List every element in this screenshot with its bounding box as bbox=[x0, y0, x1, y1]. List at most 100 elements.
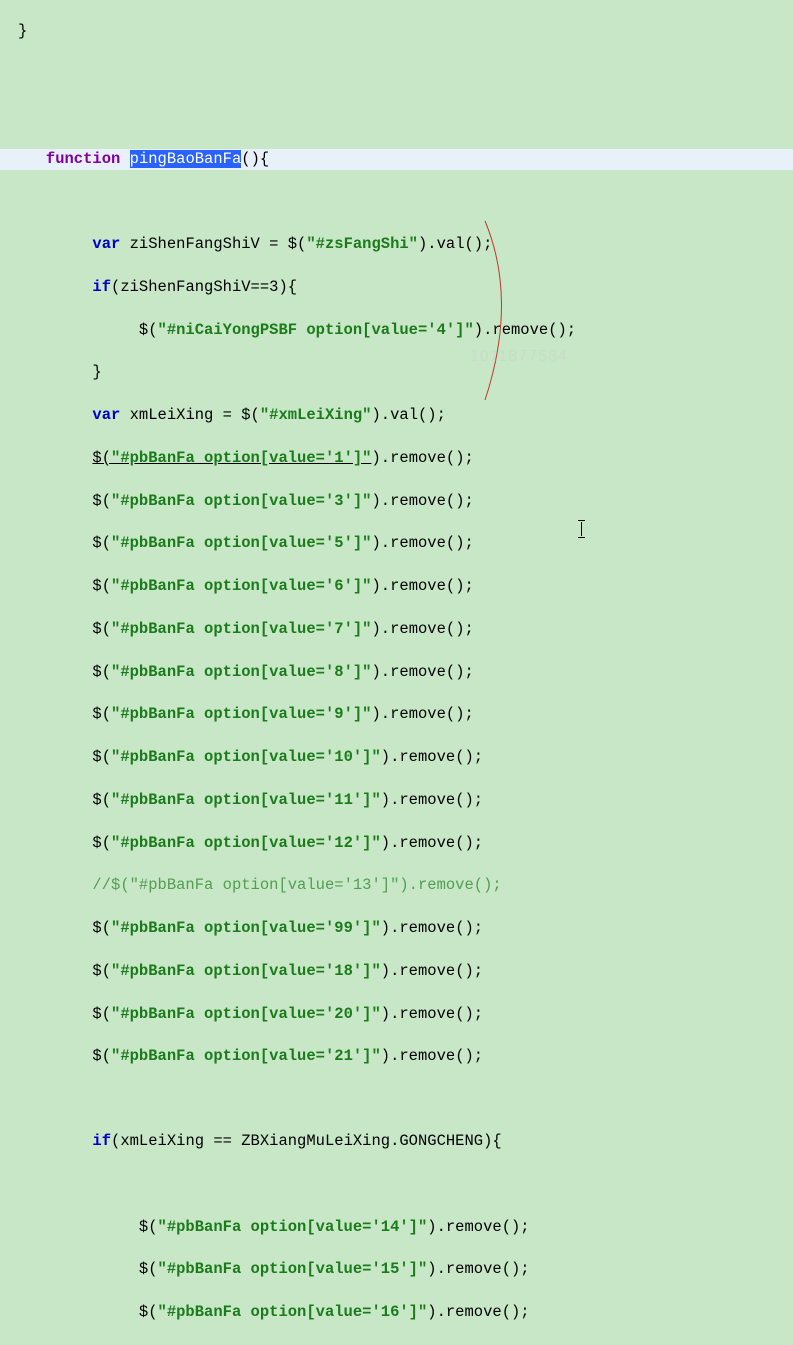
string-literal: "#pbBanFa option[value='10']" bbox=[111, 748, 381, 766]
code-text: ).val(); bbox=[418, 235, 492, 253]
code-line: //$("#pbBanFa option[value='13']").remov… bbox=[0, 875, 793, 896]
string-literal: "#pbBanFa option[value='12']" bbox=[111, 834, 381, 852]
code-text: ).remove(); bbox=[381, 962, 483, 980]
code-text: ).remove(); bbox=[371, 534, 473, 552]
string-literal: "#pbBanFa option[value='99']" bbox=[111, 919, 381, 937]
string-literal: "#pbBanFa option[value='7']" bbox=[111, 620, 371, 638]
keyword-if: if bbox=[92, 278, 111, 296]
code-text: ).remove(); bbox=[381, 748, 483, 766]
code-line: $("#pbBanFa option[value='7']").remove()… bbox=[0, 619, 793, 640]
brace: } bbox=[92, 363, 101, 381]
code-line bbox=[0, 1089, 793, 1110]
code-line: $("#pbBanFa option[value='15']").remove(… bbox=[0, 1259, 793, 1280]
string-literal: "#pbBanFa option[value='11']" bbox=[111, 791, 381, 809]
code-text: (xmLeiXing == ZBXiangMuLeiXing.GONGCHENG… bbox=[111, 1132, 502, 1150]
code-editor[interactable]: } function pingBaoBanFa(){ var ziShenFan… bbox=[0, 0, 793, 1345]
string-literal: "#pbBanFa option[value='5']" bbox=[111, 534, 371, 552]
code-text: $( bbox=[92, 748, 111, 766]
code-line: $("#pbBanFa option[value='3']").remove()… bbox=[0, 491, 793, 512]
code-text: $( bbox=[139, 1303, 158, 1321]
code-text: xmLeiXing = $( bbox=[120, 406, 260, 424]
code-text: ).remove(); bbox=[381, 1005, 483, 1023]
code-line: $("#pbBanFa option[value='21']").remove(… bbox=[0, 1046, 793, 1067]
code-line bbox=[0, 1174, 793, 1195]
code-text: $( bbox=[92, 534, 111, 552]
string-literal: "#pbBanFa option[value='20']" bbox=[111, 1005, 381, 1023]
code-text: ).remove(); bbox=[371, 577, 473, 595]
code-line bbox=[0, 107, 793, 128]
code-text: $( bbox=[92, 834, 111, 852]
code-line: $("#pbBanFa option[value='11']").remove(… bbox=[0, 790, 793, 811]
code-line: $("#pbBanFa option[value='6']").remove()… bbox=[0, 576, 793, 597]
code-line-highlighted: function pingBaoBanFa(){ bbox=[0, 149, 793, 170]
code-text: $( bbox=[92, 705, 111, 723]
string-literal: "#pbBanFa option[value='3']" bbox=[111, 492, 371, 510]
code-line: $("#pbBanFa option[value='9']").remove()… bbox=[0, 704, 793, 725]
code-line bbox=[0, 192, 793, 213]
code-line: $("#pbBanFa option[value='99']").remove(… bbox=[0, 918, 793, 939]
brace: } bbox=[18, 22, 27, 40]
keyword-function: function bbox=[46, 150, 120, 168]
code-line: $("#pbBanFa option[value='5']").remove()… bbox=[0, 533, 793, 554]
comment: //$("#pbBanFa option[value='13']").remov… bbox=[92, 876, 501, 894]
string-literal: "#niCaiYongPSBF option[value='4']" bbox=[158, 321, 474, 339]
code-text: ).val(); bbox=[371, 406, 445, 424]
code-text: $( bbox=[18, 321, 158, 339]
code-line: $("#pbBanFa option[value='10']").remove(… bbox=[0, 747, 793, 768]
code-text: $( bbox=[139, 1260, 158, 1278]
code-line: $("#niCaiYongPSBF option[value='4']").re… bbox=[0, 320, 793, 341]
string-literal: "#pbBanFa option[value='9']" bbox=[111, 705, 371, 723]
code-line: $("#pbBanFa option[value='1']").remove()… bbox=[0, 448, 793, 469]
string-literal: "#pbBanFa option[value='15']" bbox=[158, 1260, 428, 1278]
function-name-selected: pingBaoBanFa bbox=[130, 150, 242, 168]
code-text: ).remove(); bbox=[381, 919, 483, 937]
code-text: $( bbox=[92, 1005, 111, 1023]
string-literal: "#pbBanFa option[value='18']" bbox=[111, 962, 381, 980]
code-text: ).remove(); bbox=[371, 492, 473, 510]
code-text: ).remove(); bbox=[427, 1218, 529, 1236]
keyword-var: var bbox=[92, 406, 120, 424]
code-text: (){ bbox=[241, 150, 269, 168]
code-line: } bbox=[0, 21, 793, 42]
code-line: } bbox=[0, 362, 793, 383]
code-line: $("#pbBanFa option[value='12']").remove(… bbox=[0, 833, 793, 854]
code-text: $( bbox=[92, 962, 111, 980]
code-line: if(ziShenFangShiV==3){ bbox=[0, 277, 793, 298]
code-text: $( bbox=[92, 577, 111, 595]
string-literal: "#zsFangShi" bbox=[306, 235, 418, 253]
code-line: $("#pbBanFa option[value='20']").remove(… bbox=[0, 1004, 793, 1025]
string-literal: "#pbBanFa option[value='14']" bbox=[158, 1218, 428, 1236]
code-text: ).remove(); bbox=[381, 1047, 483, 1065]
code-text: $( bbox=[92, 791, 111, 809]
code-text: $( bbox=[92, 492, 111, 510]
keyword-var: var bbox=[92, 235, 120, 253]
code-line: $("#pbBanFa option[value='8']").remove()… bbox=[0, 662, 793, 683]
string-literal: "#pbBanFa option[value='1']" bbox=[111, 449, 371, 467]
code-line: if(xmLeiXing == ZBXiangMuLeiXing.GONGCHE… bbox=[0, 1131, 793, 1152]
code-text: ).remove(); bbox=[371, 449, 473, 467]
code-text: $( bbox=[92, 1047, 111, 1065]
code-line: $("#pbBanFa option[value='16']").remove(… bbox=[0, 1302, 793, 1323]
string-literal: "#pbBanFa option[value='6']" bbox=[111, 577, 371, 595]
code-text: ).remove(); bbox=[381, 791, 483, 809]
code-text: ).remove(); bbox=[371, 620, 473, 638]
string-literal: "#pbBanFa option[value='16']" bbox=[158, 1303, 428, 1321]
keyword-if: if bbox=[92, 1132, 111, 1150]
code-line: $("#pbBanFa option[value='14']").remove(… bbox=[0, 1217, 793, 1238]
code-text: ).remove(); bbox=[427, 1303, 529, 1321]
code-line: var xmLeiXing = $("#xmLeiXing").val(); bbox=[0, 405, 793, 426]
string-literal: "#xmLeiXing" bbox=[260, 406, 372, 424]
code-text: ).remove(); bbox=[381, 834, 483, 852]
code-text: ).remove(); bbox=[427, 1260, 529, 1278]
code-text: $( bbox=[92, 919, 111, 937]
code-text: (ziShenFangShiV==3){ bbox=[111, 278, 297, 296]
code-text: ).remove(); bbox=[474, 321, 576, 339]
code-text: ).remove(); bbox=[371, 705, 473, 723]
code-line: $("#pbBanFa option[value='18']").remove(… bbox=[0, 961, 793, 982]
string-literal: "#pbBanFa option[value='21']" bbox=[111, 1047, 381, 1065]
code-line: var ziShenFangShiV = $("#zsFangShi").val… bbox=[0, 234, 793, 255]
code-line bbox=[0, 64, 793, 85]
code-text: $( bbox=[139, 1218, 158, 1236]
code-text: ziShenFangShiV = $( bbox=[120, 235, 306, 253]
code-text: $( bbox=[92, 620, 111, 638]
